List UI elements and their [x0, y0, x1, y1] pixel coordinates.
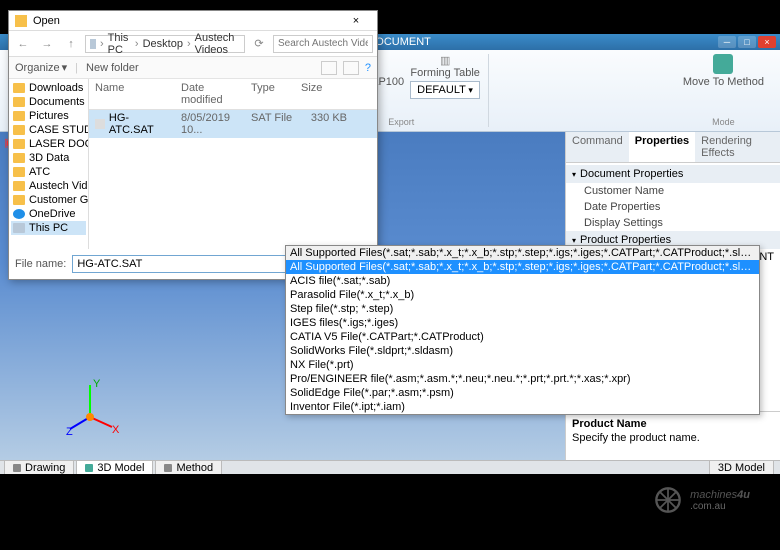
file-row[interactable]: HG-ATC.SAT8/05/2019 10...SAT File330 KB — [89, 110, 377, 138]
column-name[interactable]: Name — [89, 79, 179, 109]
tree-item[interactable]: Documents — [11, 95, 86, 109]
svg-text:Y: Y — [93, 378, 101, 390]
file-icon — [95, 119, 105, 129]
folder-icon — [15, 15, 27, 27]
refresh-button[interactable]: ⟳ — [249, 35, 269, 53]
axis-gizmo[interactable]: Y Z X — [60, 377, 120, 440]
nav-forward-button[interactable]: → — [37, 35, 57, 53]
column-date[interactable]: Date modified — [179, 79, 249, 109]
dialog-close-button[interactable]: × — [341, 15, 371, 27]
cloud-icon — [13, 209, 25, 219]
filetype-option[interactable]: Pro/ENGINEER file(*.asm;*.asm.*;*.neu;*.… — [286, 372, 759, 386]
filetype-dropdown[interactable]: All Supported Files(*.sat;*.sab;*.x_t;*.… — [285, 245, 760, 415]
filetype-option[interactable]: CATIA V5 File(*.CATPart;*.CATProduct) — [286, 330, 759, 344]
folder-icon — [13, 83, 25, 93]
dialog-title: Open — [33, 15, 60, 27]
filetype-option[interactable]: All Supported Files(*.sat;*.sab;*.x_t;*.… — [286, 260, 759, 274]
folder-icon — [13, 125, 25, 135]
tree-item[interactable]: Austech Videos — [11, 179, 86, 193]
folder-icon — [13, 195, 25, 205]
open-file-dialog: Open × ← → ↑ › This PC › Desktop › Auste… — [8, 10, 378, 280]
column-size[interactable]: Size — [299, 79, 349, 109]
help-button[interactable]: ? — [365, 61, 371, 75]
tree-item[interactable]: This PC — [11, 221, 86, 235]
tab-rendering[interactable]: Rendering Effects — [695, 132, 780, 162]
nav-up-button[interactable]: ↑ — [61, 35, 81, 53]
move-to-method-button[interactable]: Move To Method — [683, 54, 764, 88]
prop-date[interactable]: Date Properties — [566, 199, 780, 215]
maximize-button[interactable]: □ — [738, 36, 756, 48]
filetype-option[interactable]: ACIS file(*.sat;*.sab) — [286, 274, 759, 288]
doc-properties-header[interactable]: ▾ Document Properties — [566, 165, 780, 183]
svg-text:X: X — [112, 424, 120, 436]
breadcrumb[interactable]: › This PC › Desktop › Austech Videos — [85, 35, 245, 53]
organize-button[interactable]: Organize ▾ — [15, 61, 67, 74]
folder-icon — [13, 111, 25, 121]
tree-item[interactable]: Customer Givea — [11, 193, 86, 207]
tab-properties[interactable]: Properties — [629, 132, 695, 162]
tree-item[interactable]: Downloads — [11, 81, 86, 95]
nav-back-button[interactable]: ← — [13, 35, 33, 53]
preview-pane-button[interactable] — [343, 61, 359, 75]
drive-icon — [13, 223, 25, 233]
filetype-option[interactable]: Parasolid File(*.x_t;*.x_b) — [286, 288, 759, 302]
folder-icon — [13, 139, 25, 149]
method-icon — [164, 464, 172, 472]
forming-table-button[interactable]: ▥ Forming Table — [410, 54, 480, 79]
filetype-option[interactable]: SolidEdge File(*.par;*.asm;*.psm) — [286, 386, 759, 400]
chevron-down-icon: ▾ — [572, 236, 576, 245]
filetype-option[interactable]: NX File(*.prt) — [286, 358, 759, 372]
new-folder-button[interactable]: New folder — [86, 62, 139, 74]
search-input[interactable] — [273, 35, 373, 53]
column-type[interactable]: Type — [249, 79, 299, 109]
prop-display[interactable]: Display Settings — [566, 215, 780, 231]
filename-label: File name: — [15, 258, 66, 270]
bottom-tabs: Drawing 3D Model Method 3D Model — [0, 460, 780, 474]
tree-item[interactable]: Pictures — [11, 109, 86, 123]
folder-icon — [13, 153, 25, 163]
chevron-down-icon: ▾ — [572, 170, 576, 179]
folder-icon — [13, 167, 25, 177]
folder-icon — [13, 97, 25, 107]
tree-item[interactable]: 3D Data — [11, 151, 86, 165]
default-dropdown[interactable]: DEFAULT ▾ — [410, 81, 480, 99]
tab-command[interactable]: Command — [566, 132, 629, 162]
property-help: Product Name Specify the product name. — [566, 411, 780, 450]
drive-icon — [90, 39, 96, 49]
view-options-button[interactable] — [321, 61, 337, 75]
prop-customer[interactable]: Customer Name — [566, 183, 780, 199]
svg-text:Z: Z — [66, 426, 73, 437]
minimize-button[interactable]: ─ — [718, 36, 736, 48]
drawing-icon — [13, 464, 21, 472]
tree-item[interactable]: LASER DOC's — [11, 137, 86, 151]
filetype-option[interactable]: Step file(*.stp; *.step) — [286, 302, 759, 316]
tree-item[interactable]: ATC — [11, 165, 86, 179]
filetype-selected[interactable]: All Supported Files(*.sat;*.sab;*.x_t;*.… — [286, 246, 759, 260]
folder-tree[interactable]: DownloadsDocumentsPicturesCASE STUDIELAS… — [9, 79, 89, 249]
filetype-option[interactable]: Inventor File(*.ipt;*.iam) — [286, 400, 759, 414]
model-icon — [85, 464, 93, 472]
watermark-logo: machines4u.com.au — [654, 486, 750, 514]
file-list[interactable]: Name Date modified Type Size HG-ATC.SAT8… — [89, 79, 377, 249]
filetype-option[interactable]: IGES files(*.igs;*.iges) — [286, 316, 759, 330]
folder-icon — [13, 181, 25, 191]
tree-item[interactable]: OneDrive — [11, 207, 86, 221]
filetype-option[interactable]: SolidWorks File(*.sldprt;*.sldasm) — [286, 344, 759, 358]
close-button[interactable]: × — [758, 36, 776, 48]
tree-item[interactable]: CASE STUDIE — [11, 123, 86, 137]
